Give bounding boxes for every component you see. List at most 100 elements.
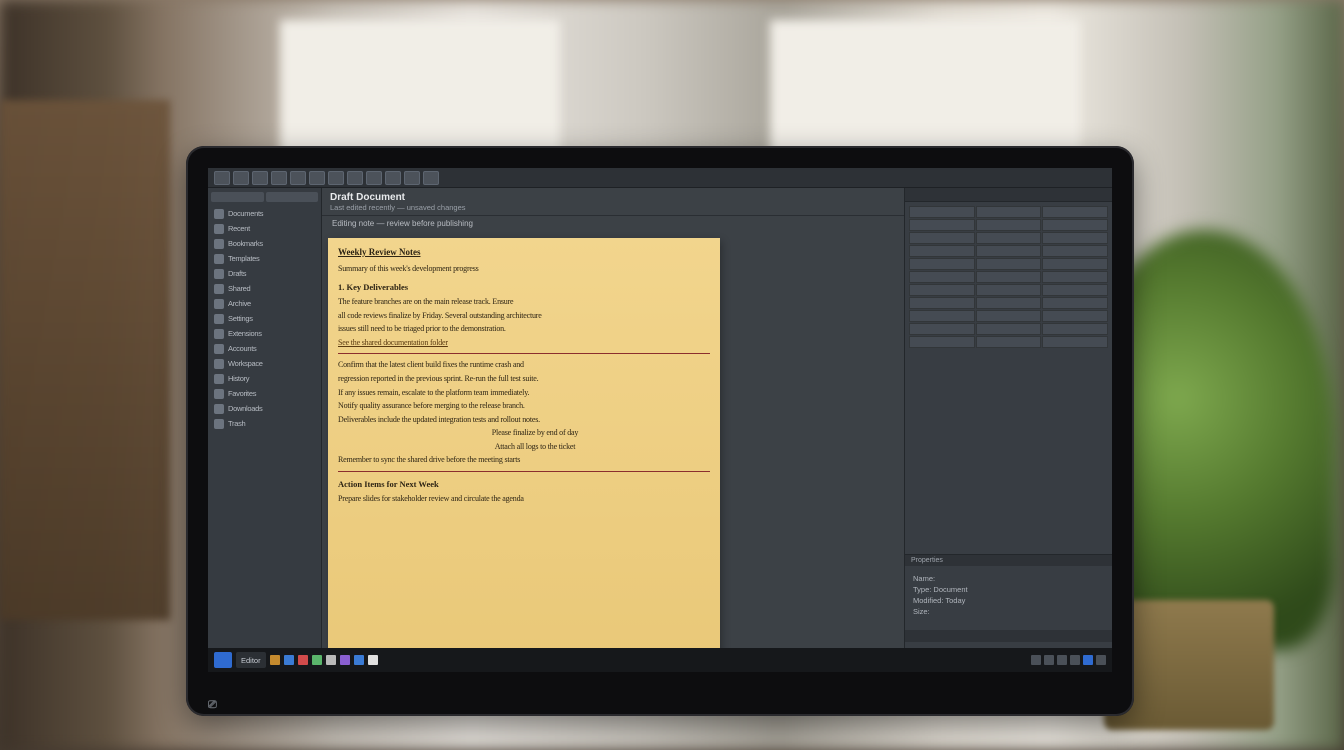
sidebar-item-label: History xyxy=(228,374,249,383)
taskbar-icon[interactable] xyxy=(312,655,322,665)
toolbar-button[interactable] xyxy=(290,171,306,185)
sidebar-item[interactable]: Favorites xyxy=(211,386,318,401)
toolbar-button[interactable] xyxy=(385,171,401,185)
toolbar-button[interactable] xyxy=(271,171,287,185)
toolbar-button[interactable] xyxy=(252,171,268,185)
grid-cell[interactable] xyxy=(976,232,1042,244)
grid-cell[interactable] xyxy=(909,310,975,322)
toolbar-button[interactable] xyxy=(214,171,230,185)
taskbar-icon[interactable] xyxy=(326,655,336,665)
folder-icon xyxy=(214,239,224,249)
grid-cell[interactable] xyxy=(1042,336,1108,348)
grid-cell[interactable] xyxy=(1042,297,1108,309)
grid-cell[interactable] xyxy=(1042,271,1108,283)
grid-cell[interactable] xyxy=(909,206,975,218)
grid-cell[interactable] xyxy=(1042,206,1108,218)
note-heading: Weekly Review Notes xyxy=(338,246,710,259)
toolbar-button[interactable] xyxy=(309,171,325,185)
sidebar-item[interactable]: Downloads xyxy=(211,401,318,416)
sidebar-item[interactable]: Shared xyxy=(211,281,318,296)
note-line: Prepare slides for stakeholder review an… xyxy=(338,493,710,505)
toolbar-button[interactable] xyxy=(423,171,439,185)
tray-icon[interactable] xyxy=(1070,655,1080,665)
properties-tab[interactable]: Properties xyxy=(905,554,1112,566)
grid-cell[interactable] xyxy=(1042,245,1108,257)
grid-cell[interactable] xyxy=(976,284,1042,296)
taskbar-app[interactable]: Editor xyxy=(236,652,266,668)
note-link[interactable]: See the shared documentation folder xyxy=(338,337,710,349)
sidebar-item[interactable]: Archive xyxy=(211,296,318,311)
sidebar-item[interactable]: Extensions xyxy=(211,326,318,341)
note-line: issues still need to be triaged prior to… xyxy=(338,323,710,335)
toolbar-button[interactable] xyxy=(328,171,344,185)
sidebar-item[interactable]: Bookmarks xyxy=(211,236,318,251)
grid-cell[interactable] xyxy=(976,206,1042,218)
sidebar-item-label: Bookmarks xyxy=(228,239,263,248)
grid-cell[interactable] xyxy=(976,336,1042,348)
toolbar-button[interactable] xyxy=(366,171,382,185)
sidebar-item[interactable]: Accounts xyxy=(211,341,318,356)
grid-cell[interactable] xyxy=(976,271,1042,283)
grid-cell[interactable] xyxy=(1042,323,1108,335)
note-line: Notify quality assurance before merging … xyxy=(338,400,710,412)
grid-cell[interactable] xyxy=(976,219,1042,231)
grid-cell[interactable] xyxy=(976,297,1042,309)
tray-icon[interactable] xyxy=(1096,655,1106,665)
sidebar-item[interactable]: Trash xyxy=(211,416,318,431)
grid-cell[interactable] xyxy=(909,271,975,283)
start-button[interactable] xyxy=(214,652,232,668)
grid-cell[interactable] xyxy=(909,284,975,296)
grid-cell[interactable] xyxy=(909,323,975,335)
sidebar-item[interactable]: Recent xyxy=(211,221,318,236)
sidebar-item-label: Favorites xyxy=(228,389,256,398)
sidebar: Documents Recent Bookmarks Templates Dra… xyxy=(208,188,322,648)
divider xyxy=(338,353,710,354)
grid-cell[interactable] xyxy=(909,232,975,244)
grid-cell[interactable] xyxy=(909,297,975,309)
grid-cell[interactable] xyxy=(909,258,975,270)
editor-body[interactable]: Editing note — review before publishing … xyxy=(322,216,904,648)
grid-cell[interactable] xyxy=(909,245,975,257)
taskbar-icon[interactable] xyxy=(368,655,378,665)
tray-icon[interactable] xyxy=(1031,655,1041,665)
taskbar-icon[interactable] xyxy=(298,655,308,665)
toolbar-button[interactable] xyxy=(233,171,249,185)
sticky-note[interactable]: Weekly Review Notes Summary of this week… xyxy=(328,238,720,648)
grid-cell[interactable] xyxy=(1042,232,1108,244)
sidebar-item-label: Extensions xyxy=(228,329,262,338)
right-panel: Properties Name: Type: Document Modified… xyxy=(904,188,1112,648)
taskbar-icon[interactable] xyxy=(284,655,294,665)
folder-icon xyxy=(214,209,224,219)
sidebar-tab[interactable] xyxy=(211,192,264,202)
sidebar-item[interactable]: Templates xyxy=(211,251,318,266)
tray-icon[interactable] xyxy=(1083,655,1093,665)
grid-cell[interactable] xyxy=(1042,219,1108,231)
sidebar-item[interactable]: History xyxy=(211,371,318,386)
toolbar-button[interactable] xyxy=(404,171,420,185)
sidebar-item[interactable]: Workspace xyxy=(211,356,318,371)
sidebar-item[interactable]: Documents xyxy=(211,206,318,221)
grid-cell[interactable] xyxy=(1042,310,1108,322)
grid-cell[interactable] xyxy=(909,336,975,348)
info-row: Name: xyxy=(913,574,1104,583)
taskbar-icon[interactable] xyxy=(354,655,364,665)
tray-icon[interactable] xyxy=(1057,655,1067,665)
document-title: Draft Document xyxy=(330,192,896,203)
grid-cell[interactable] xyxy=(1042,258,1108,270)
grid-cell[interactable] xyxy=(1042,284,1108,296)
grid-cell[interactable] xyxy=(976,258,1042,270)
taskbar-icon[interactable] xyxy=(340,655,350,665)
sidebar-item[interactable]: Drafts xyxy=(211,266,318,281)
sidebar-tab[interactable] xyxy=(266,192,319,202)
grid-cell[interactable] xyxy=(909,219,975,231)
grid-cell[interactable] xyxy=(976,310,1042,322)
sidebar-item[interactable]: Settings xyxy=(211,311,318,326)
toolbar-button[interactable] xyxy=(347,171,363,185)
tray-icon[interactable] xyxy=(1044,655,1054,665)
spacer xyxy=(905,353,1112,554)
taskbar-icon[interactable] xyxy=(270,655,280,665)
grid-cell[interactable] xyxy=(976,245,1042,257)
grid-cell[interactable] xyxy=(976,323,1042,335)
note-line: Please finalize by end of day xyxy=(360,427,710,439)
folder-icon xyxy=(214,389,224,399)
